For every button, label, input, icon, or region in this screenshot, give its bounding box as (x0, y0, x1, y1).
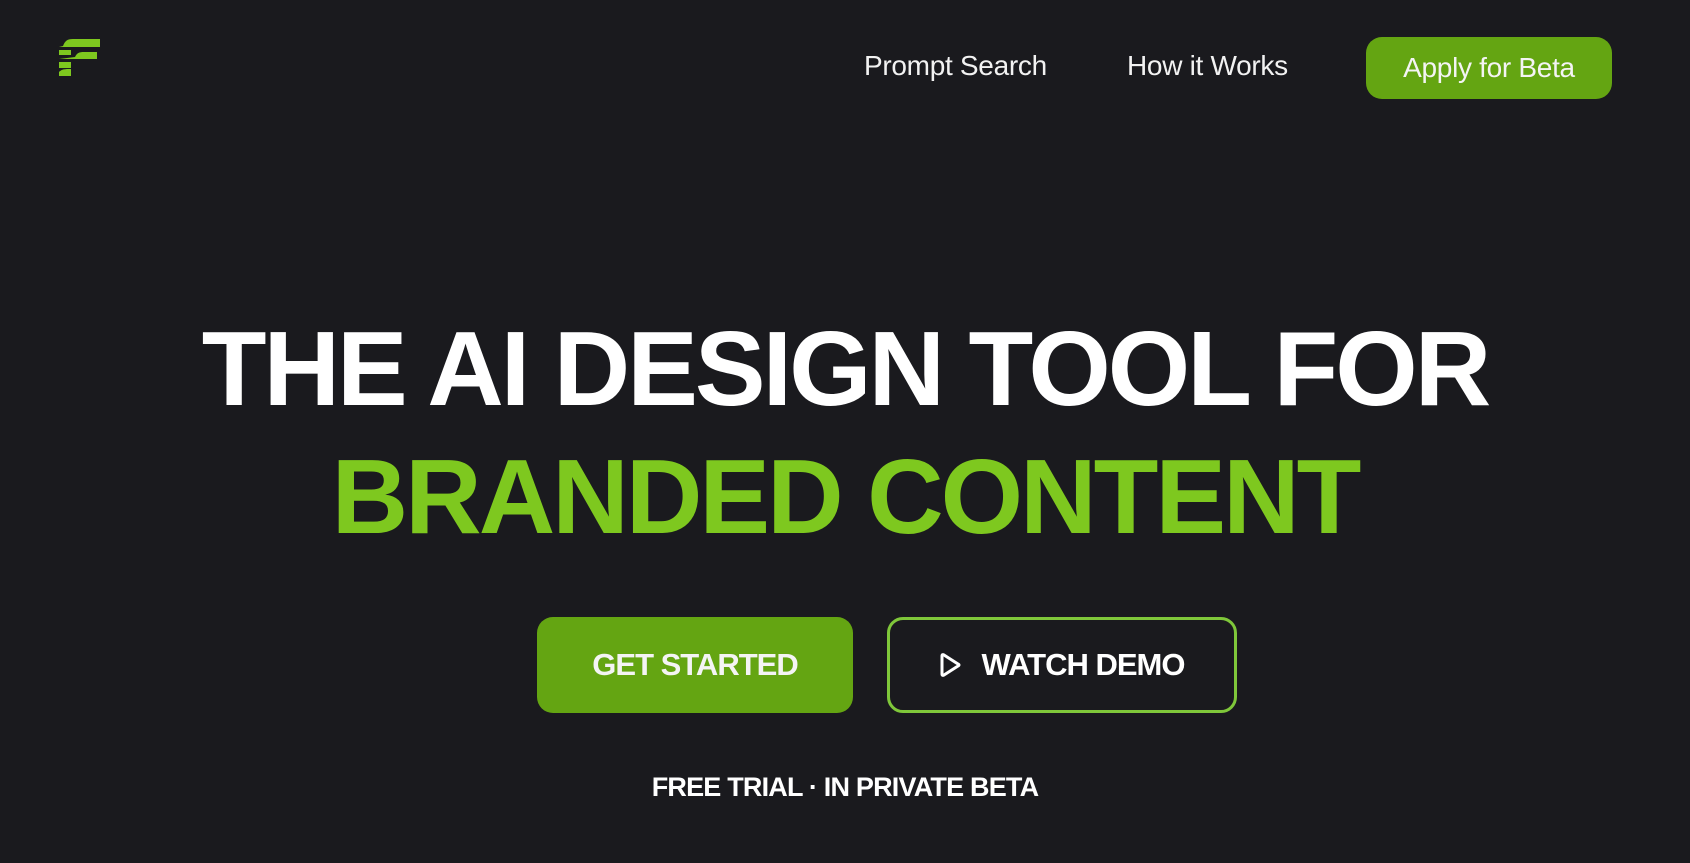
headline-line-2: BRANDED CONTENT (331, 438, 1362, 556)
watch-demo-button[interactable]: WATCH DEMO (887, 617, 1237, 713)
apply-for-beta-button[interactable]: Apply for Beta (1366, 37, 1612, 99)
nav-link-how-it-works[interactable]: How it Works (1127, 50, 1288, 82)
tagline: FREE TRIAL · IN PRIVATE BETA (651, 772, 1039, 802)
logo[interactable] (57, 38, 101, 86)
stacked-f-logo-icon (59, 39, 100, 76)
get-started-button[interactable]: GET STARTED (537, 617, 853, 713)
watch-demo-label: WATCH DEMO (981, 647, 1186, 682)
headline-line-1: THE AI DESIGN TOOL FOR (201, 310, 1492, 428)
nav-link-prompt-search[interactable]: Prompt Search (864, 50, 1047, 82)
get-started-label: GET STARTED (592, 647, 798, 682)
play-icon (940, 653, 960, 677)
